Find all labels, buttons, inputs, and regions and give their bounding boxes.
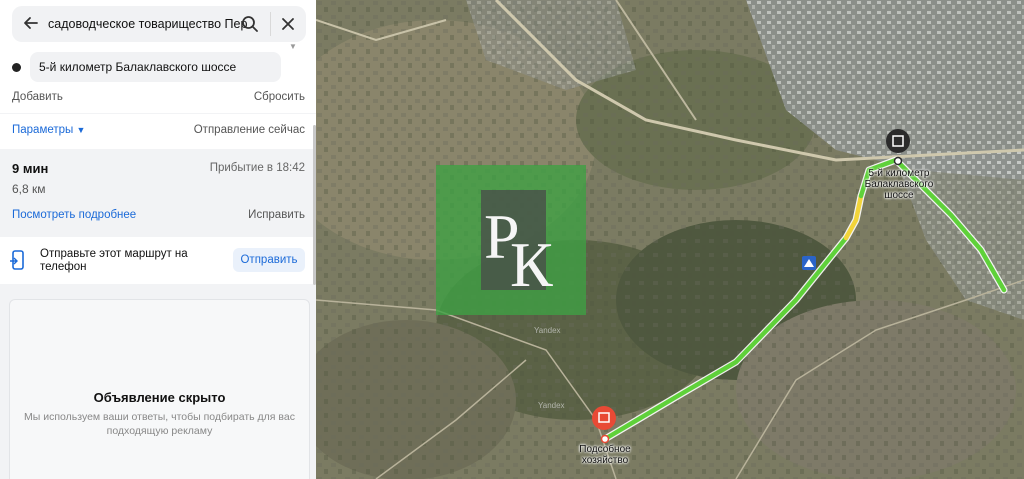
route-duration: 9 мин [12,161,49,176]
triangle-sign-icon[interactable] [802,256,816,270]
route-distance: 6,8 км [12,182,46,196]
ad-block: Объявление скрыто Мы используем ваши отв… [9,299,310,479]
svg-text:К: К [510,229,553,300]
departure-time-selector[interactable]: Отправление сейчас [194,124,305,136]
destination-dot-icon [12,63,21,72]
search-input[interactable]: садоводческое товарищество Перис [48,17,248,31]
params-label: Параметры [12,124,74,136]
params-button[interactable]: Параметры ▼ [12,124,85,136]
route-arrival: Прибытие в 18:42 [209,162,305,174]
ad-subtitle: Мы используем ваши ответы, чтобы подбира… [24,411,295,437]
search-divider [270,12,271,36]
yandex-mark: Yandex [534,326,561,335]
route-option[interactable]: 9 мин Прибытие в 18:42 6,8 км Посмотреть… [0,151,316,235]
ad-title: Объявление скрыто [93,390,226,405]
map-canvas[interactable]: Р К Yandex Yandex [316,0,1024,479]
send-to-phone-row: Отправьте этот маршрут на телефон Отправ… [0,237,316,284]
send-to-phone-text: Отправьте этот маршрут на телефон [40,248,188,273]
destination-text: 5-й километр Балаклавского шоссе [39,60,237,74]
dropdown-caret-icon: ▼ [76,125,86,135]
params-row: Параметры ▼ Отправление сейчас [0,114,316,149]
route-inputs: садоводческое товарищество Перис ▼ 5-й к… [0,0,316,113]
route-panel: садоводческое товарищество Перис ▼ 5-й к… [0,0,316,479]
route-details-link[interactable]: Посмотреть подробнее [12,209,136,221]
search-icon[interactable] [240,14,260,34]
close-icon[interactable] [278,14,298,34]
back-arrow-icon[interactable] [21,13,41,33]
start-point-label[interactable]: Подсобное хозяйство [568,444,642,466]
end-point-label[interactable]: 5-й километр Балаклавского шоссе [856,168,942,201]
route-edit-button[interactable]: Исправить [248,209,305,221]
search-bar[interactable]: садоводческое товарищество Перис [12,6,306,42]
send-button[interactable]: Отправить [233,248,305,272]
reset-button[interactable]: Сбросить [254,91,305,103]
satellite-map[interactable]: Р К Yandex Yandex 5-й километр Балаклавс… [316,0,1024,479]
yandex-mark: Yandex [538,401,565,410]
collapse-chevron-icon[interactable]: ▼ [289,42,297,51]
destination-field[interactable]: 5-й километр Балаклавского шоссе [30,52,281,82]
watermark: Р К [436,165,586,315]
add-point-button[interactable]: Добавить [12,91,63,103]
phone-icon [10,250,24,270]
